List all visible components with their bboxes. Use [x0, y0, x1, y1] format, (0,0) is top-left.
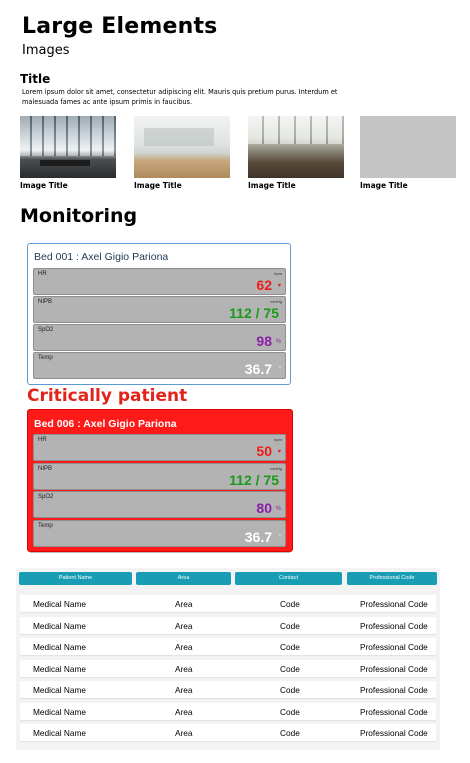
vital-value: 36.7 [244, 529, 272, 545]
office-photo-1 [20, 116, 116, 178]
vital-label: HR [38, 437, 47, 443]
cell-contact: Code [280, 663, 300, 674]
vital-value: 80 [256, 500, 272, 516]
cell-patient-name: Medical Name [33, 706, 87, 717]
cell-contact: Code [280, 620, 300, 631]
vital-value: 98 [256, 333, 272, 349]
cell-contact: Code [280, 642, 300, 652]
cell-patient-name: Medical Name [33, 728, 87, 738]
table-row[interactable]: Medical Name Area Code Professional Code [20, 638, 436, 655]
vital-label: SpO2 [38, 494, 54, 500]
cell-professional-code: Professional Code [360, 620, 428, 631]
vital-label: SpO2 [38, 327, 54, 333]
vital-value: 112 / 75 [229, 305, 279, 321]
page-heading: Large Elements [22, 14, 218, 39]
table-row[interactable]: Medical Name Area Code Professional Code [20, 659, 436, 677]
bed-title: Bed 006 : Axel Gigio Pariona [34, 418, 177, 430]
cell-patient-name: Medical Name [33, 663, 87, 674]
image-placeholder [360, 116, 456, 178]
cell-professional-code: Professional Code [360, 642, 428, 652]
column-header-area[interactable]: Area [136, 572, 231, 585]
vital-value: 36.7 [244, 361, 272, 377]
section-description: Lorem ipsum dolor sit amet, consectetur … [22, 88, 338, 106]
vital-value: 62 [256, 277, 272, 293]
percent-symbol: % [275, 339, 281, 345]
cell-professional-code: Professional Code [360, 599, 428, 609]
table-row[interactable]: Medical Name Area Code Professional Code [20, 616, 436, 634]
bed-title: Bed 001 : Axel Gigio Pariona [34, 251, 169, 263]
vital-unit: mmHg [270, 466, 282, 471]
section-title: Title [20, 72, 51, 86]
heart-icon: ♥ [277, 449, 281, 455]
patient-monitor-card[interactable]: Bed 001 : Axel Gigio Pariona HR bpm 62 ♥… [27, 243, 291, 385]
degree-symbol: ° [278, 535, 281, 541]
table-row[interactable]: Medical Name Area Code Professional Code [20, 595, 436, 612]
cell-patient-name: Medical Name [33, 599, 87, 609]
vital-row-temp: Temp 36.7 ° [33, 520, 286, 547]
cell-area: Area [175, 642, 193, 652]
cell-patient-name: Medical Name [33, 642, 87, 652]
cell-professional-code: Professional Code [360, 706, 428, 717]
cell-professional-code: Professional Code [360, 728, 428, 738]
percent-symbol: % [275, 506, 281, 512]
image-caption: Image Title [20, 181, 68, 190]
cell-area: Area [175, 706, 193, 717]
vital-row-hr: HR bpm 62 ♥ [33, 268, 286, 295]
vital-label: NIPB [38, 466, 53, 472]
cell-area: Area [175, 663, 193, 674]
image-caption: Image Title [360, 181, 408, 190]
image-card[interactable]: Image Title [360, 116, 456, 190]
image-caption: Image Title [248, 181, 296, 190]
vital-value: 112 / 75 [229, 472, 279, 488]
page-subheading: Images [22, 43, 70, 58]
column-header-contact[interactable]: Contact [235, 572, 342, 585]
critical-patient-heading: Critically patient [27, 386, 188, 406]
cell-contact: Code [280, 685, 300, 695]
cell-patient-name: Medical Name [33, 620, 87, 631]
table-row[interactable]: Medical Name Area Code Professional Code [20, 702, 436, 720]
vital-unit: mmHg [270, 299, 282, 304]
column-header-patient-name[interactable]: Patient Name [19, 572, 132, 585]
image-card[interactable]: Image Title [134, 116, 230, 190]
cell-patient-name: Medical Name [33, 685, 87, 695]
divider [30, 552, 290, 553]
cell-area: Area [175, 620, 193, 631]
monitoring-heading: Monitoring [20, 205, 138, 227]
vital-row-spo2: SpO2 80 % [33, 491, 286, 518]
vital-unit: bpm [274, 437, 282, 442]
office-photo-3 [248, 116, 344, 178]
cell-professional-code: Professional Code [360, 685, 428, 695]
cell-contact: Code [280, 706, 300, 717]
table-row[interactable]: Medical Name Area Code Professional Code [20, 681, 436, 698]
vital-row-nipb: NIPB mmHg 112 / 75 [33, 296, 286, 323]
cell-area: Area [175, 599, 193, 609]
cell-contact: Code [280, 599, 300, 609]
vital-row-spo2: SpO2 98 % [33, 324, 286, 351]
vital-row-nipb: NIPB mmHg 112 / 75 [33, 463, 286, 490]
critical-monitor-card[interactable]: Bed 006 : Axel Gigio Pariona HR bpm 50 ♥… [27, 409, 293, 552]
image-card[interactable]: Image Title [20, 116, 116, 190]
vital-row-hr: HR bpm 50 ♥ [33, 434, 286, 461]
vital-label: Temp [38, 355, 53, 361]
cell-area: Area [175, 728, 193, 738]
image-card[interactable]: Image Title [248, 116, 344, 190]
vital-unit: bpm [274, 271, 282, 276]
degree-symbol: ° [278, 367, 281, 373]
cell-contact: Code [280, 728, 300, 738]
cell-area: Area [175, 685, 193, 695]
vital-label: NIPB [38, 299, 53, 305]
vital-label: Temp [38, 523, 53, 529]
cell-professional-code: Professional Code [360, 663, 428, 674]
patients-table: Patient Name Area Contact Professional C… [16, 568, 440, 750]
column-header-professional-code[interactable]: Professional Code [347, 572, 437, 585]
office-photo-2 [134, 116, 230, 178]
image-caption: Image Title [134, 181, 182, 190]
table-row[interactable]: Medical Name Area Code Professional Code [20, 724, 436, 741]
heart-icon: ♥ [277, 283, 281, 289]
vital-row-temp: Temp 36.7 ° [33, 352, 286, 379]
vital-value: 50 [256, 443, 272, 459]
vital-label: HR [38, 271, 47, 277]
